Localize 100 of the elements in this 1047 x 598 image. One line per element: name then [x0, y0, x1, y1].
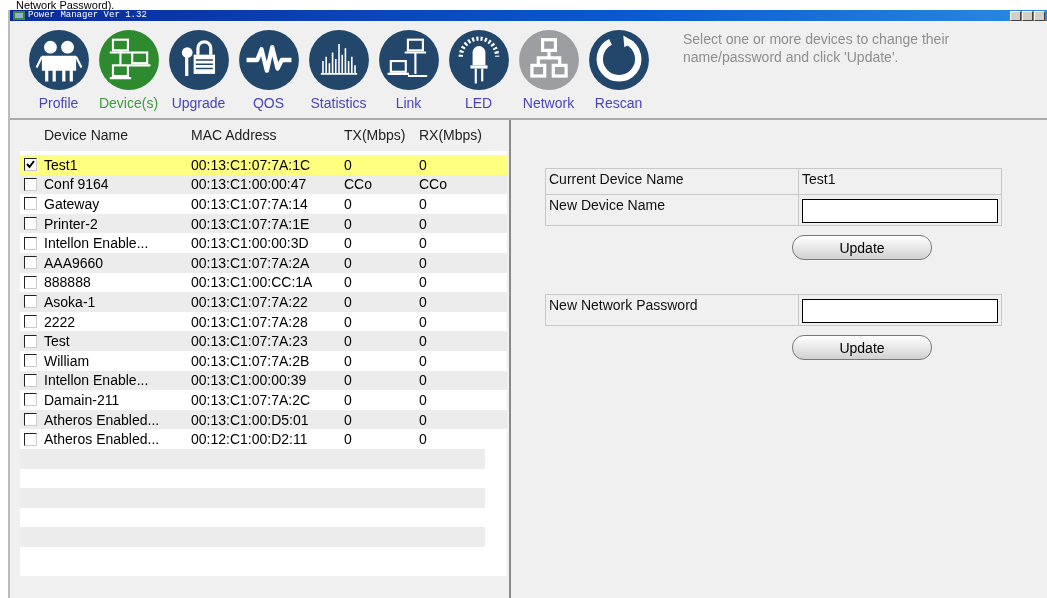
toolbar-button[interactable]: Rescan: [587, 29, 650, 111]
checkbox[interactable]: [24, 275, 37, 289]
minimize-button[interactable]: [1010, 10, 1021, 21]
pulse-wave-icon: [237, 29, 300, 91]
rx-rate: 0: [419, 431, 428, 448]
app-icon: [13, 11, 25, 20]
device-name-input[interactable]: [802, 199, 998, 223]
device-name: 888888: [44, 274, 92, 291]
checkbox[interactable]: [24, 256, 37, 270]
rx-rate: 0: [419, 313, 428, 330]
checkbox[interactable]: [24, 177, 37, 191]
checkbox[interactable]: [24, 315, 37, 329]
mac-address: 00:13:C1:07:7A:1C: [191, 156, 312, 173]
device-name: Intellon Enable...: [44, 372, 150, 389]
device-name: Intellon Enable...: [44, 235, 150, 252]
checkbox[interactable]: [24, 393, 37, 407]
device-row[interactable]: Printer-2 00:13:C1:07:7A:1E 0 0: [20, 213, 507, 234]
checkbox[interactable]: [24, 334, 37, 348]
rx-rate: 0: [419, 372, 428, 389]
checkbox[interactable]: [24, 217, 37, 231]
rx-rate: 0: [419, 235, 428, 252]
lock-keys-icon: [167, 29, 230, 91]
checkbox[interactable]: [24, 432, 37, 446]
mac-address: 00:13:C1:00:D5:01: [191, 411, 310, 428]
mac-address: 00:13:C1:07:7A:22: [191, 293, 309, 310]
checkbox[interactable]: [24, 197, 37, 211]
close-button[interactable]: [1034, 10, 1045, 21]
field-label: New Device Name: [545, 194, 799, 226]
checkbox[interactable]: [24, 158, 37, 172]
device-name: Conf 9164: [44, 176, 110, 193]
rx-rate: 0: [419, 254, 428, 271]
tx-rate: 0: [344, 254, 353, 271]
field-label: Current Device Name: [545, 168, 799, 195]
toolbar-button[interactable]: Statistics: [307, 29, 370, 111]
tx-rate: 0: [344, 352, 353, 369]
password-input[interactable]: [802, 299, 998, 323]
mac-address: 00:13:C1:00:00:47: [191, 176, 308, 193]
tx-rate: CCo: [344, 176, 373, 193]
rx-rate: 0: [419, 215, 428, 232]
tx-rate: 0: [344, 293, 353, 310]
column-header: RX(Mbps): [419, 127, 483, 143]
mac-address: 00:13:C1:00:CC:1A: [191, 274, 314, 291]
tx-rate: 0: [344, 411, 353, 428]
device-name: Atheros Enabled...: [44, 411, 161, 428]
tx-rate: 0: [344, 333, 353, 350]
toolbar-button[interactable]: Upgrade: [167, 29, 230, 111]
device-row[interactable]: Test 00:13:C1:07:7A:23 0 0: [20, 331, 507, 351]
device-row[interactable]: Conf 9164 00:13:C1:00:00:47 CCo CCo: [20, 174, 507, 195]
toolbar-button[interactable]: QOS: [237, 29, 300, 111]
checkbox[interactable]: [24, 354, 37, 368]
mac-address: 00:13:C1:07:7A:2C: [191, 391, 312, 408]
tx-rate: 0: [344, 196, 353, 212]
caption-text: Network Password).: [15, 0, 116, 10]
tx-rate: 0: [344, 215, 353, 232]
checkbox[interactable]: [24, 373, 37, 387]
device-name: AAA9660: [44, 254, 105, 271]
mac-address: 00:13:C1:00:00:3D: [191, 235, 310, 252]
mac-address: 00:13:C1:07:7A:1E: [191, 215, 311, 232]
rx-rate: 0: [419, 156, 428, 173]
checkbox[interactable]: [24, 295, 37, 309]
toolbar-button[interactable]: LED: [447, 29, 510, 111]
tx-rate: 0: [344, 372, 353, 389]
toolbar-button[interactable]: Profile: [27, 29, 90, 111]
update-password-button[interactable]: Update: [792, 335, 932, 360]
led-icon: [447, 29, 510, 91]
maximize-button[interactable]: [1022, 10, 1033, 21]
device-row[interactable]: Asoka-1 00:13:C1:07:7A:22 0 0: [20, 292, 507, 312]
device-name: 2222: [44, 313, 77, 330]
current-device-name: Test1: [798, 168, 1002, 195]
checkbox[interactable]: [24, 413, 37, 426]
tx-rate: 0: [344, 274, 353, 291]
update-name-button[interactable]: Update: [792, 235, 932, 260]
device-row[interactable]: AAA9660 00:13:C1:07:7A:2A 0 0: [20, 252, 507, 273]
column-header: Device Name: [44, 127, 130, 143]
tx-rate: 0: [344, 313, 353, 330]
rx-rate: CCo: [419, 176, 448, 193]
people-icon: [27, 29, 90, 91]
tx-rate: 0: [344, 156, 353, 173]
rx-rate: 0: [419, 411, 428, 428]
device-name: Test1: [44, 156, 79, 173]
rx-rate: 0: [419, 293, 428, 310]
mac-address: 00:12:C1:00:D2:11: [191, 431, 309, 448]
bar-graph-icon: [307, 29, 370, 91]
help-text: Select one or more devices to change their name/password and click 'Update'.: [683, 30, 951, 66]
column-header: MAC Address: [191, 127, 278, 143]
network-tree-icon: [517, 29, 580, 91]
device-name: Gateway: [44, 196, 101, 212]
linked-computers-icon: [377, 29, 440, 91]
device-name: Printer-2: [44, 215, 99, 232]
mac-address: 00:13:C1:00:00:39: [191, 372, 308, 389]
device-row[interactable]: Intellon Enable... 00:13:C1:00:00:39 0 0: [20, 370, 507, 391]
mac-address: 00:13:C1:07:7A:23: [191, 333, 309, 350]
rx-rate: 0: [419, 196, 428, 212]
tx-rate: 0: [344, 235, 353, 252]
device-row[interactable]: Test1 00:13:C1:07:7A:1C 0 0: [20, 155, 507, 175]
checkbox[interactable]: [24, 236, 37, 250]
toolbar-button[interactable]: Link: [377, 29, 440, 111]
device-row[interactable]: Atheros Enabled... 00:13:C1:00:D5:01 0 0: [20, 409, 507, 430]
mac-address: 00:13:C1:07:7A:2A: [191, 254, 311, 271]
field-label: New Network Password: [545, 294, 799, 326]
